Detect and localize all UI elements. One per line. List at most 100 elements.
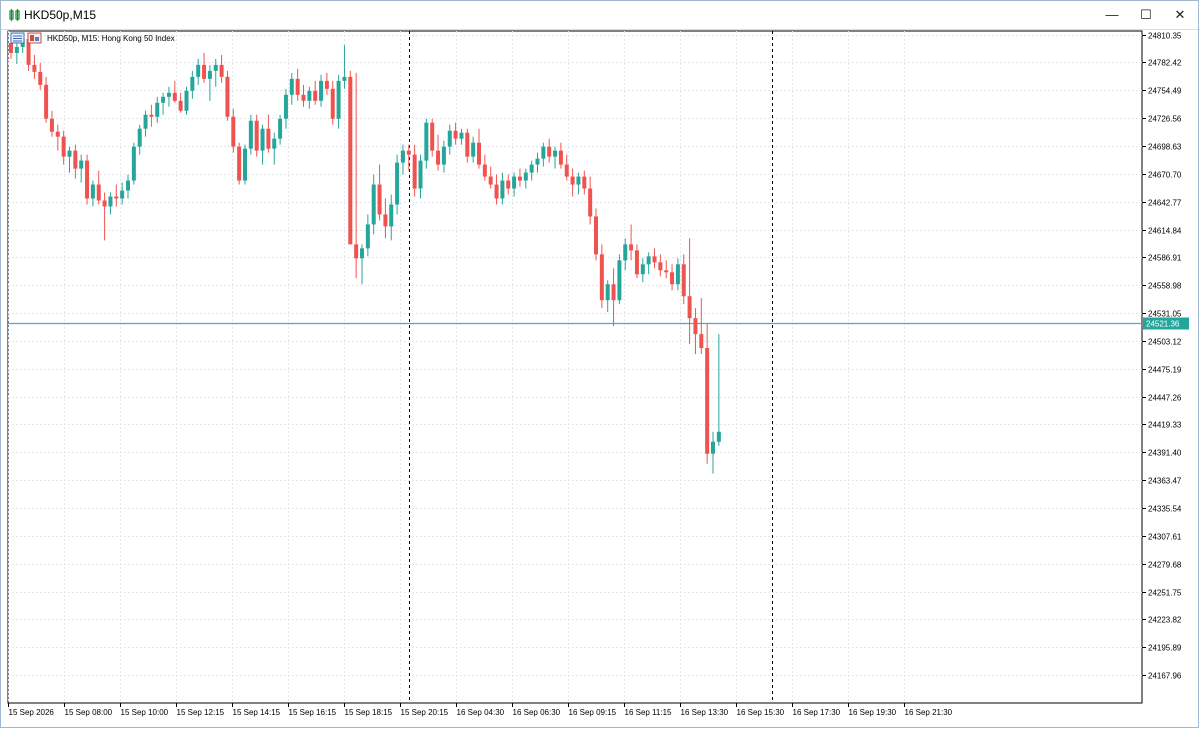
candle-body — [523, 172, 528, 181]
candle-body — [278, 118, 283, 139]
candle-body — [73, 150, 78, 169]
candle — [500, 172, 505, 205]
current-price-tag: 24521.36 — [1143, 317, 1189, 330]
candle-body — [342, 76, 347, 81]
candle-body — [693, 318, 698, 335]
candle-body — [225, 76, 230, 117]
candle-body — [307, 90, 312, 101]
candle — [243, 144, 247, 185]
candle — [184, 86, 189, 115]
candle-body — [670, 272, 675, 285]
candle-body — [196, 64, 201, 77]
candle — [576, 172, 581, 195]
candle — [330, 80, 335, 125]
candles — [9, 32, 721, 474]
candle-body — [605, 284, 610, 301]
candle — [166, 86, 171, 107]
candle — [202, 52, 207, 83]
y-tick-label: 24279.68 — [1148, 561, 1182, 570]
candle-body — [711, 441, 715, 454]
candle — [102, 192, 107, 241]
x-tick-label: 16 Sep 04:30 — [457, 708, 505, 717]
candle-body — [178, 100, 183, 111]
candle — [441, 140, 446, 173]
candle — [471, 136, 476, 163]
candle — [406, 144, 411, 171]
candle — [412, 144, 417, 197]
candle-body — [96, 184, 101, 201]
candle — [324, 72, 329, 95]
candle — [278, 114, 283, 145]
candle-body — [418, 160, 423, 189]
candle-body — [576, 176, 581, 185]
candle-body — [424, 122, 429, 161]
x-tick-label: 16 Sep 21:30 — [905, 708, 953, 717]
candle-body — [582, 176, 587, 189]
candle — [488, 166, 493, 189]
candle-body — [400, 150, 405, 163]
candle-body — [675, 264, 680, 285]
candle-body — [570, 176, 575, 185]
candle-body — [9, 42, 13, 53]
candle — [161, 92, 166, 115]
candle-body — [558, 150, 563, 165]
candle — [61, 130, 66, 165]
candle — [190, 70, 195, 99]
candle — [371, 174, 376, 235]
chart-canvas[interactable]: 24810.35 24782.42 24754.49 24726.56 24698.63… — [0, 0, 1200, 729]
y-tick-label: 24810.35 — [1148, 32, 1182, 41]
candle — [319, 74, 324, 107]
candle — [295, 68, 300, 101]
candle — [670, 264, 675, 291]
candle-body — [371, 184, 376, 225]
candle-body — [441, 146, 446, 165]
candle — [67, 146, 72, 173]
candle — [289, 72, 294, 105]
candle — [342, 44, 347, 89]
candle-body — [360, 248, 364, 259]
candle — [453, 122, 458, 145]
x-tick-label: 15 Sep 20:15 — [401, 708, 449, 717]
candle-body — [161, 96, 166, 103]
candle-body — [330, 88, 335, 119]
candle — [143, 110, 148, 137]
candle-body — [465, 132, 470, 157]
price-axis[interactable]: 24810.35 24782.42 24754.49 24726.56 24698.63… — [1142, 32, 1182, 681]
candle-body — [254, 120, 259, 151]
candle-body — [594, 216, 598, 255]
time-axis[interactable]: 15 Sep 2026 15 Sep 08:00 15 Sep 10:00 15 Se… — [8, 703, 953, 717]
candle — [588, 176, 593, 225]
candle — [640, 258, 645, 283]
candle — [693, 308, 698, 355]
candle — [506, 174, 511, 195]
y-tick-label: 24363.47 — [1148, 477, 1182, 486]
candle-body — [599, 254, 604, 301]
candle — [126, 174, 130, 199]
candle — [623, 238, 628, 271]
x-tick-label: 16 Sep 13:30 — [681, 708, 729, 717]
x-tick-label: 15 Sep 08:00 — [65, 708, 113, 717]
candle-body — [260, 128, 265, 151]
x-tick-label: 16 Sep 17:30 — [793, 708, 841, 717]
y-tick-label: 24642.77 — [1148, 199, 1182, 208]
candle-body — [494, 184, 499, 199]
y-tick-label: 24614.84 — [1148, 227, 1182, 236]
depth-of-market-icon[interactable] — [27, 32, 42, 44]
grid-lines — [7, 30, 1143, 704]
y-tick-label: 24558.98 — [1148, 282, 1182, 291]
candle-body — [32, 64, 37, 72]
candle-body — [646, 256, 651, 265]
chart-header: HKD50p, M15: Hong Kong 50 Index — [10, 32, 175, 44]
candle-body — [237, 146, 242, 181]
candle-body — [377, 184, 382, 215]
candle-body — [383, 214, 388, 227]
candle — [547, 138, 552, 163]
candle-body — [699, 334, 704, 349]
x-tick-label: 16 Sep 11:15 — [625, 708, 673, 717]
candle-body — [49, 118, 54, 132]
candle-body — [131, 146, 136, 181]
candle-body — [207, 70, 212, 79]
candle — [301, 84, 306, 107]
y-tick-label: 24251.75 — [1148, 589, 1182, 598]
trade-panel-icon[interactable] — [10, 32, 25, 44]
